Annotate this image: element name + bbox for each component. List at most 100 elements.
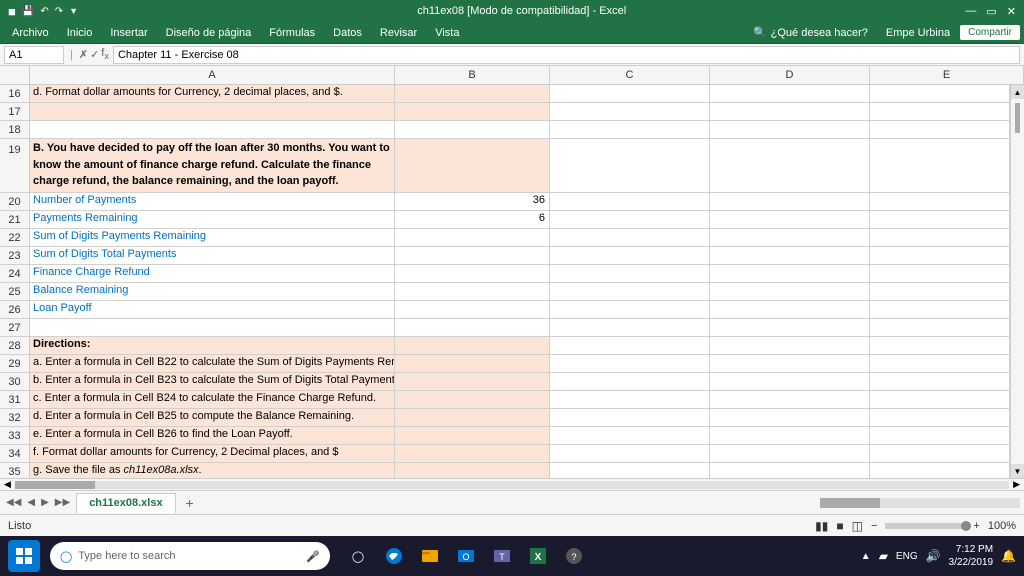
cell-c21[interactable]	[550, 211, 710, 229]
cell-e17[interactable]	[870, 103, 1010, 121]
cell-a34[interactable]: f. Format dollar amounts for Currency, 2…	[30, 445, 395, 463]
unknown-icon[interactable]: ?	[558, 540, 590, 572]
cell-a33[interactable]: e. Enter a formula in Cell B26 to find t…	[30, 427, 395, 445]
cell-e27[interactable]	[870, 319, 1010, 337]
task-view-btn[interactable]: ◯	[342, 540, 374, 572]
menu-vista[interactable]: Vista	[427, 25, 467, 41]
sheet-nav-first[interactable]: ◀◀	[4, 495, 23, 510]
confirm-formula-icon[interactable]: ✓	[90, 48, 99, 61]
restore-btn[interactable]: ▭	[986, 5, 996, 18]
share-button[interactable]: Compartir	[960, 25, 1020, 40]
cell-c22[interactable]	[550, 229, 710, 247]
customize-btn[interactable]: ▼	[69, 6, 78, 16]
cell-e31[interactable]	[870, 391, 1010, 409]
cell-b20[interactable]: 36	[395, 193, 550, 211]
cell-d30[interactable]	[710, 373, 870, 391]
cell-b24[interactable]	[395, 265, 550, 283]
cell-e29[interactable]	[870, 355, 1010, 373]
cell-d23[interactable]	[710, 247, 870, 265]
teams-icon[interactable]: T	[486, 540, 518, 572]
cell-d21[interactable]	[710, 211, 870, 229]
close-btn[interactable]: ✕	[1007, 5, 1016, 18]
scroll-track-v[interactable]	[1011, 99, 1024, 464]
tab-scroll-track[interactable]	[820, 498, 1020, 508]
zoom-in-btn[interactable]: +	[973, 520, 979, 532]
view-normal-btn[interactable]: ▮▮	[815, 519, 828, 533]
cell-e28[interactable]	[870, 337, 1010, 355]
cell-c26[interactable]	[550, 301, 710, 319]
cell-a20[interactable]: Number of Payments	[30, 193, 395, 211]
zoom-thumb[interactable]	[961, 521, 971, 531]
outlook-icon[interactable]: O	[450, 540, 482, 572]
cell-a23[interactable]: Sum of Digits Total Payments	[30, 247, 395, 265]
cell-e35[interactable]	[870, 463, 1010, 478]
cell-c25[interactable]	[550, 283, 710, 301]
cell-c27[interactable]	[550, 319, 710, 337]
cell-d20[interactable]	[710, 193, 870, 211]
cell-reference-box[interactable]	[4, 46, 64, 64]
start-button[interactable]	[8, 540, 40, 572]
system-clock[interactable]: 7:12 PM 3/22/2019	[949, 543, 994, 569]
cell-a31[interactable]: c. Enter a formula in Cell B24 to calcul…	[30, 391, 395, 409]
cell-b31[interactable]	[395, 391, 550, 409]
cell-e26[interactable]	[870, 301, 1010, 319]
cell-b35[interactable]	[395, 463, 550, 478]
cell-b29[interactable]	[395, 355, 550, 373]
cell-a17[interactable]	[30, 103, 395, 121]
cancel-formula-icon[interactable]: ✗	[79, 48, 88, 61]
cell-c30[interactable]	[550, 373, 710, 391]
sheet-nav-last[interactable]: ▶▶	[53, 495, 72, 510]
cell-d31[interactable]	[710, 391, 870, 409]
view-layout-btn[interactable]: ■	[836, 519, 843, 533]
cell-b23[interactable]	[395, 247, 550, 265]
menu-formulas[interactable]: Fórmulas	[261, 25, 323, 41]
cell-b25[interactable]	[395, 283, 550, 301]
cell-c17[interactable]	[550, 103, 710, 121]
minimize-btn[interactable]: —	[965, 5, 976, 17]
cell-c18[interactable]	[550, 121, 710, 139]
menu-insertar[interactable]: Insertar	[102, 25, 155, 41]
cell-a18[interactable]	[30, 121, 395, 139]
cell-b17[interactable]	[395, 103, 550, 121]
cell-c32[interactable]	[550, 409, 710, 427]
cell-b19[interactable]	[395, 139, 550, 193]
cell-a25[interactable]: Balance Remaining	[30, 283, 395, 301]
cell-e25[interactable]	[870, 283, 1010, 301]
cell-d17[interactable]	[710, 103, 870, 121]
cell-a27[interactable]	[30, 319, 395, 337]
cell-c16[interactable]	[550, 85, 710, 103]
cell-b34[interactable]	[395, 445, 550, 463]
h-scroll-thumb[interactable]	[15, 481, 95, 489]
cell-a16[interactable]: d. Format dollar amounts for Currency, 2…	[30, 85, 395, 103]
vertical-scrollbar[interactable]: ▲ ▼	[1010, 85, 1024, 478]
cell-e23[interactable]	[870, 247, 1010, 265]
cell-c35[interactable]	[550, 463, 710, 478]
undo-btn[interactable]: ↶	[40, 6, 48, 17]
cell-d28[interactable]	[710, 337, 870, 355]
cell-e30[interactable]	[870, 373, 1010, 391]
scroll-up-btn[interactable]: ▲	[1011, 85, 1024, 99]
cell-c29[interactable]	[550, 355, 710, 373]
cell-a21[interactable]: Payments Remaining	[30, 211, 395, 229]
cell-d16[interactable]	[710, 85, 870, 103]
scroll-right-btn[interactable]: ▶	[1009, 479, 1024, 490]
menu-revisar[interactable]: Revisar	[372, 25, 425, 41]
h-scroll-track[interactable]	[15, 481, 1009, 489]
cell-a28[interactable]: Directions:	[30, 337, 395, 355]
cell-d33[interactable]	[710, 427, 870, 445]
cell-e20[interactable]	[870, 193, 1010, 211]
cell-e16[interactable]	[870, 85, 1010, 103]
cell-d25[interactable]	[710, 283, 870, 301]
excel-taskbar-icon[interactable]: X	[522, 540, 554, 572]
cell-c19[interactable]	[550, 139, 710, 193]
help-search[interactable]: 🔍 ¿Qué desea hacer?	[745, 26, 876, 39]
cell-c31[interactable]	[550, 391, 710, 409]
edge-icon[interactable]	[378, 540, 410, 572]
tray-arrow-icon[interactable]: ▲	[861, 551, 871, 562]
tab-scroll-thumb[interactable]	[820, 498, 880, 508]
scroll-left-btn[interactable]: ◀	[0, 479, 15, 490]
cell-c34[interactable]	[550, 445, 710, 463]
cell-a30[interactable]: b. Enter a formula in Cell B23 to calcul…	[30, 373, 395, 391]
sheet-tab-ch11ex08[interactable]: ch11ex08.xlsx	[76, 493, 175, 513]
insert-function-icon[interactable]: fx	[101, 47, 109, 61]
